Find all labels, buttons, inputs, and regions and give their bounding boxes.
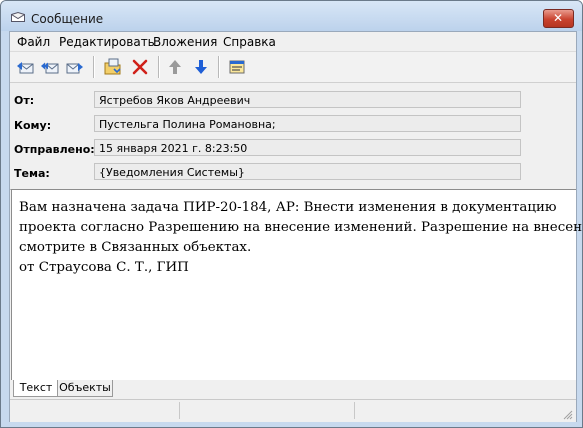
delete-icon[interactable] — [131, 58, 149, 76]
toolbar-separator — [93, 56, 95, 78]
window-title: Сообщение — [31, 12, 104, 26]
menu-edit[interactable]: Редактировать — [59, 35, 155, 49]
forward-icon[interactable] — [66, 58, 84, 76]
to-field[interactable]: Пустельга Полина Романовна; — [94, 115, 521, 132]
subject-label: Тема: — [14, 167, 50, 180]
status-bar — [10, 399, 576, 422]
from-field[interactable]: Ястребов Яков Андреевич — [94, 91, 521, 108]
toolbar-separator — [158, 56, 160, 78]
message-line: проекта согласно Разрешению на внесение … — [19, 220, 583, 235]
sent-field[interactable]: 15 января 2021 г. 8:23:50 — [94, 139, 521, 156]
message-line: смотрите в Связанных объектах. — [19, 240, 252, 255]
client-area: Файл Редактировать Вложения Справка От: … — [9, 31, 583, 422]
menu-bar: Файл Редактировать Вложения Справка — [10, 32, 576, 50]
message-header: От: Ястребов Яков Андреевич Кому: Пустел… — [10, 83, 576, 190]
view-tabs: Текст Объекты — [10, 380, 576, 397]
status-divider — [179, 402, 180, 419]
from-label: От: — [14, 94, 35, 107]
message-line: Вам назначена задача ПИР-20-184, АР: Вне… — [19, 200, 557, 215]
move-to-folder-icon[interactable] — [104, 58, 122, 76]
subject-field[interactable]: {Уведомления Системы} — [94, 163, 521, 180]
sent-label: Отправлено: — [14, 143, 95, 156]
tab-text[interactable]: Текст — [13, 380, 59, 397]
message-window: Сообщение ✕ Файл Редактировать Вложения … — [0, 0, 583, 428]
tab-objects[interactable]: Объекты — [57, 380, 113, 397]
menu-file[interactable]: Файл — [17, 35, 50, 49]
message-body[interactable]: Вам назначена задача ПИР-20-184, АР: Вне… — [11, 189, 583, 380]
message-text: Вам назначена задача ПИР-20-184, АР: Вне… — [19, 198, 583, 278]
toolbar — [10, 51, 576, 83]
status-divider — [354, 402, 355, 419]
properties-icon[interactable] — [228, 58, 246, 76]
toolbar-separator — [218, 56, 220, 78]
menu-attachments[interactable]: Вложения — [153, 35, 217, 49]
envelope-icon — [11, 12, 25, 22]
reply-icon[interactable] — [16, 58, 34, 76]
to-label: Кому: — [14, 119, 52, 132]
close-button[interactable]: ✕ — [543, 9, 574, 28]
reply-all-icon[interactable] — [41, 58, 59, 76]
title-bar[interactable]: Сообщение ✕ — [1, 1, 582, 31]
previous-up-icon[interactable] — [166, 58, 184, 76]
next-down-icon[interactable] — [192, 58, 210, 76]
message-line: от Страусова С. Т., ГИП — [19, 260, 189, 275]
menu-help[interactable]: Справка — [223, 35, 276, 49]
resize-grip-icon[interactable] — [562, 409, 573, 420]
close-icon: ✕ — [553, 11, 564, 25]
